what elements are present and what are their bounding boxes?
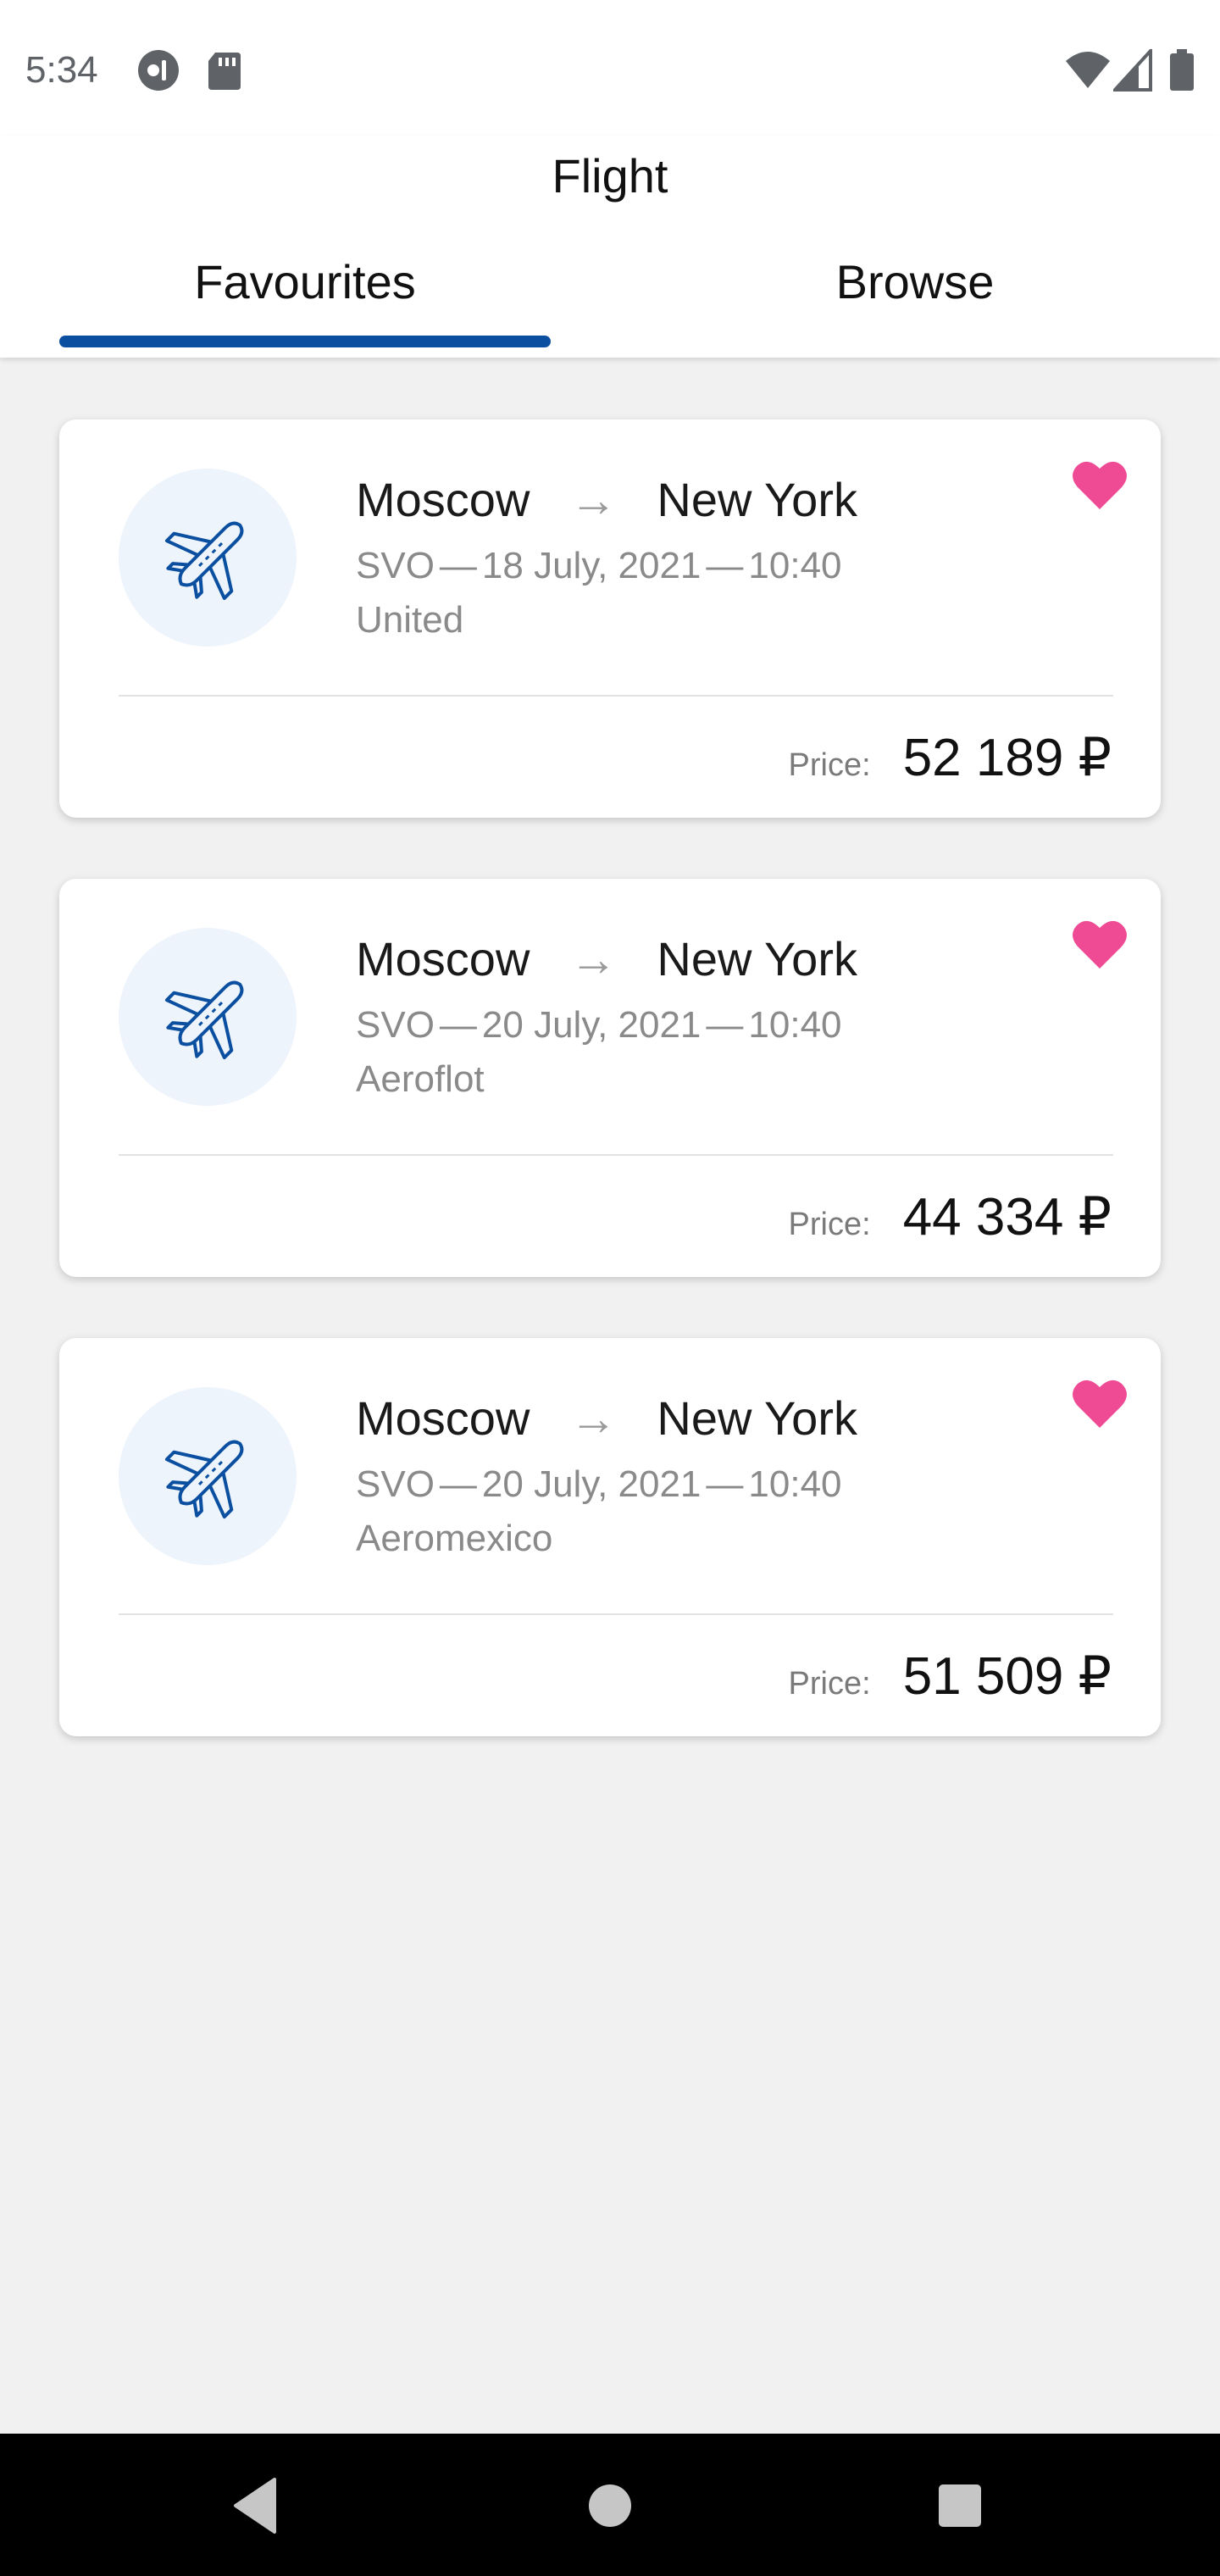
arrow-right-icon: →: [569, 1391, 618, 1445]
destination-city: New York: [657, 473, 857, 526]
separator: —: [439, 1463, 477, 1505]
price-row: Price: 51 509 ₽: [789, 1645, 1112, 1707]
separator: —: [439, 545, 477, 586]
price-label: Price:: [788, 1207, 871, 1242]
destination-city: New York: [657, 1391, 857, 1445]
airplane-badge: [119, 469, 297, 647]
arrow-right-icon: →: [569, 473, 618, 526]
heart-icon[interactable]: [1071, 458, 1128, 513]
heart-icon[interactable]: [1071, 918, 1128, 972]
heart-icon[interactable]: [1071, 1377, 1128, 1431]
destination-city: New York: [657, 932, 857, 985]
airplane-badge: [119, 928, 297, 1106]
battery-icon: [1170, 49, 1194, 91]
app-header: Flight Favourites Browse: [0, 136, 1220, 358]
route: Moscow → New York: [356, 931, 857, 986]
flight-date: 20 July, 2021: [481, 1463, 702, 1505]
separator: —: [706, 1463, 744, 1505]
airplane-badge: [119, 1387, 297, 1565]
home-icon[interactable]: [589, 2484, 631, 2527]
divider: [119, 695, 1113, 697]
signal-icon: [1113, 49, 1152, 92]
flight-details: SVO —20 July, 2021—10:40: [356, 1004, 842, 1046]
system-nav-bar: [0, 2434, 1220, 2576]
price-row: Price: 44 334 ₽: [789, 1185, 1112, 1247]
origin-city: Moscow: [356, 1391, 530, 1445]
price-value: 44 334 ₽: [902, 1188, 1112, 1246]
divider: [119, 1154, 1113, 1156]
price-label: Price:: [788, 1666, 871, 1702]
flight-date: 18 July, 2021: [481, 545, 702, 586]
price-value: 51 509 ₽: [902, 1647, 1112, 1706]
airport-code: SVO: [356, 1463, 435, 1505]
status-bar: 5:34: [0, 0, 1220, 136]
tab-browse[interactable]: Browse: [669, 254, 1161, 309]
airplane-icon: [164, 980, 244, 1060]
separator: —: [706, 1004, 744, 1046]
recents-icon[interactable]: [939, 2484, 981, 2527]
arrow-right-icon: →: [569, 932, 618, 985]
route: Moscow → New York: [356, 1391, 857, 1446]
flight-date: 20 July, 2021: [481, 1004, 702, 1046]
page-title: Flight: [552, 149, 668, 203]
airport-code: SVO: [356, 1004, 435, 1046]
flight-card[interactable]: Moscow → New York SVO —18 July, 2021—10:40 …: [59, 419, 1161, 818]
lastpass-icon: [138, 50, 179, 91]
origin-city: Moscow: [356, 932, 530, 985]
flight-details: SVO —18 July, 2021—10:40: [356, 545, 842, 587]
tab-favourites[interactable]: Favourites: [59, 254, 551, 309]
flight-card[interactable]: Moscow → New York SVO —20 July, 2021—10:40 …: [59, 1338, 1161, 1736]
tab-indicator: [59, 336, 551, 347]
flight-time: 10:40: [748, 545, 842, 586]
sd-card-icon: [208, 53, 241, 90]
back-icon[interactable]: [230, 2476, 278, 2535]
airport-code: SVO: [356, 545, 435, 586]
wifi-icon: [1066, 52, 1110, 88]
airline-name: Aeromexico: [356, 1518, 553, 1559]
price-label: Price:: [788, 747, 871, 783]
airline-name: Aeroflot: [356, 1058, 485, 1100]
flight-time: 10:40: [748, 1463, 842, 1505]
separator: —: [439, 1004, 477, 1046]
price-row: Price: 52 189 ₽: [789, 726, 1112, 788]
airline-name: United: [356, 599, 464, 641]
divider: [119, 1613, 1113, 1615]
flight-details: SVO —20 July, 2021—10:40: [356, 1463, 842, 1506]
status-time: 5:34: [25, 49, 98, 91]
separator: —: [706, 545, 744, 586]
flight-time: 10:40: [748, 1004, 842, 1046]
price-value: 52 189 ₽: [902, 729, 1112, 787]
flight-card[interactable]: Moscow → New York SVO —20 July, 2021—10:40 …: [59, 879, 1161, 1277]
origin-city: Moscow: [356, 473, 530, 526]
airplane-icon: [164, 521, 244, 601]
airplane-icon: [164, 1440, 244, 1519]
route: Moscow → New York: [356, 472, 857, 527]
